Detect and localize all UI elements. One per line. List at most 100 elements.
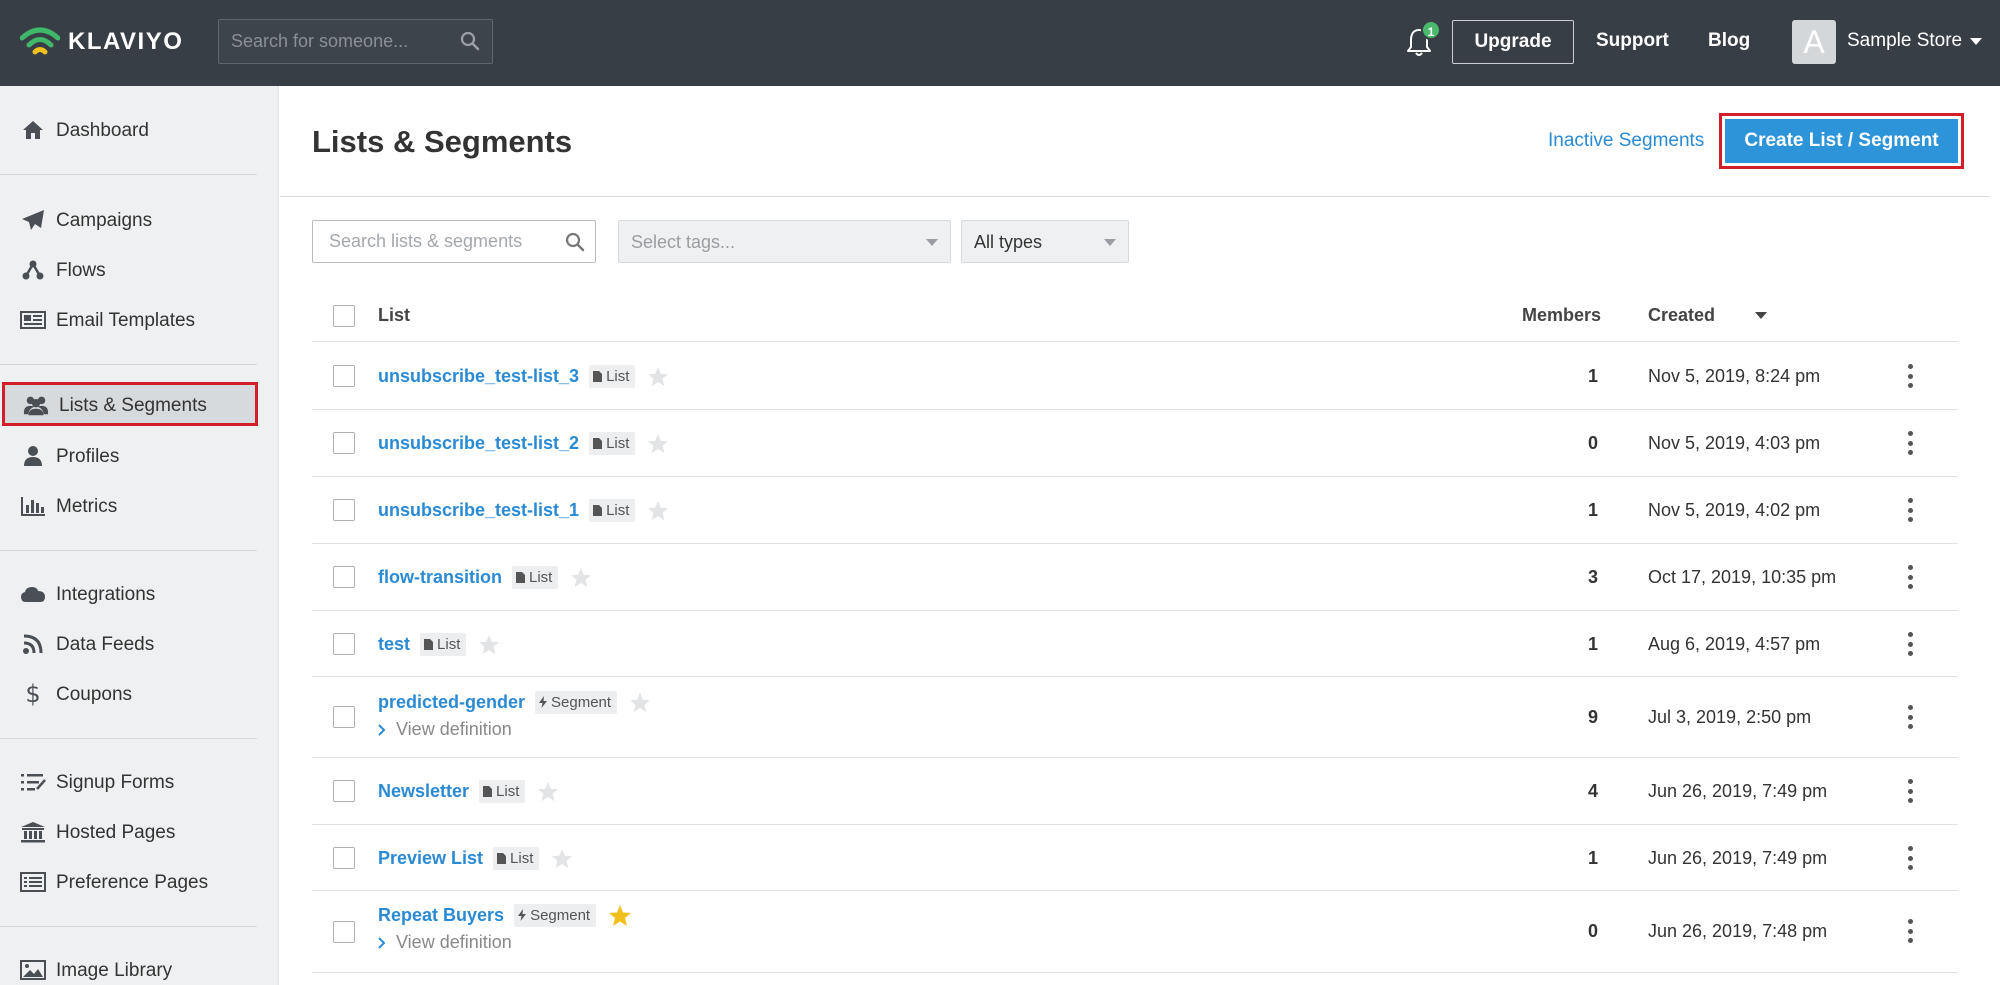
more-options-icon[interactable] bbox=[1906, 431, 1914, 455]
type-badge: Segment bbox=[514, 903, 597, 927]
list-name-link[interactable]: flow-transition bbox=[378, 567, 502, 588]
account-name[interactable]: Sample Store bbox=[1847, 30, 1962, 52]
list-name-link[interactable]: unsubscribe_test-list_2 bbox=[378, 433, 579, 454]
list-name-link[interactable]: Preview List bbox=[378, 848, 483, 869]
more-options-icon[interactable] bbox=[1906, 919, 1914, 943]
list-name-link[interactable]: Newsletter bbox=[378, 781, 469, 802]
list-name-link[interactable]: predicted-gender bbox=[378, 692, 525, 713]
members-count: 1 bbox=[1587, 500, 1598, 520]
sidebar-item-lists-segments[interactable]: Lists & Segments bbox=[2, 382, 258, 426]
more-options-icon[interactable] bbox=[1906, 632, 1914, 656]
global-search-input[interactable] bbox=[231, 20, 451, 63]
star-icon[interactable] bbox=[629, 692, 651, 713]
sort-desc-icon[interactable] bbox=[1755, 312, 1767, 319]
sidebar-item-metrics[interactable]: Metrics bbox=[0, 486, 279, 526]
more-options-icon[interactable] bbox=[1906, 498, 1914, 522]
upgrade-button[interactable]: Upgrade bbox=[1452, 20, 1574, 64]
sidebar-item-image-library[interactable]: Image Library bbox=[0, 950, 279, 985]
column-header-created[interactable]: Created bbox=[1648, 305, 1715, 326]
sidebar-item-integrations[interactable]: Integrations bbox=[0, 574, 279, 614]
rss-icon bbox=[20, 632, 46, 656]
more-options-icon[interactable] bbox=[1906, 565, 1914, 589]
column-header-members[interactable]: Members bbox=[1522, 305, 1601, 326]
star-icon[interactable] bbox=[647, 366, 669, 387]
row-name-line: unsubscribe_test-list_2 List bbox=[378, 430, 669, 456]
row-checkbox[interactable] bbox=[333, 499, 355, 521]
caret-down-icon[interactable] bbox=[1970, 38, 1982, 45]
more-options-icon[interactable] bbox=[1906, 779, 1914, 803]
list-search-input[interactable] bbox=[329, 221, 559, 262]
file-icon bbox=[593, 504, 603, 516]
star-icon[interactable] bbox=[570, 567, 592, 588]
star-filled-icon[interactable] bbox=[608, 904, 632, 927]
row-checkbox[interactable] bbox=[333, 846, 355, 869]
sidebar-item-label: Data Feeds bbox=[56, 634, 155, 655]
chevron-right-icon bbox=[378, 723, 386, 736]
select-all-checkbox[interactable] bbox=[333, 305, 355, 327]
row-checkbox[interactable] bbox=[333, 365, 355, 387]
blog-link[interactable]: Blog bbox=[1708, 30, 1750, 52]
users-icon bbox=[23, 393, 49, 417]
file-icon bbox=[593, 437, 603, 449]
star-icon[interactable] bbox=[647, 433, 669, 454]
inactive-segments-link[interactable]: Inactive Segments bbox=[1548, 130, 1704, 152]
star-icon[interactable] bbox=[478, 634, 500, 655]
row-checkbox[interactable] bbox=[333, 706, 355, 728]
file-icon bbox=[483, 785, 493, 797]
sidebar-item-campaigns[interactable]: Campaigns bbox=[0, 200, 279, 240]
created-date: Nov 5, 2019, 4:03 pm bbox=[1648, 433, 1821, 453]
avatar[interactable]: A bbox=[1792, 20, 1836, 64]
sidebar-item-label: Dashboard bbox=[56, 120, 149, 141]
view-definition-toggle[interactable]: View definition bbox=[378, 932, 512, 953]
list-name-link[interactable]: unsubscribe_test-list_1 bbox=[378, 500, 579, 521]
create-button-highlight: Create List / Segment bbox=[1719, 113, 1964, 169]
create-list-segment-button[interactable]: Create List / Segment bbox=[1725, 119, 1958, 163]
list-name-link[interactable]: Repeat Buyers bbox=[378, 905, 504, 926]
search-icon[interactable] bbox=[565, 232, 585, 252]
search-icon[interactable] bbox=[460, 31, 480, 51]
chevron-down-icon bbox=[1104, 239, 1116, 246]
sidebar-item-flows[interactable]: Flows bbox=[0, 250, 279, 290]
row-checkbox[interactable] bbox=[333, 432, 355, 454]
sidebar-item-profiles[interactable]: Profiles bbox=[0, 436, 279, 476]
more-options-icon[interactable] bbox=[1906, 364, 1914, 388]
flows-icon bbox=[20, 258, 46, 282]
row-checkbox[interactable] bbox=[333, 780, 355, 802]
sidebar-item-coupons[interactable]: $ Coupons bbox=[0, 674, 279, 714]
more-options-icon[interactable] bbox=[1906, 846, 1914, 870]
members-count: 3 bbox=[1587, 567, 1598, 587]
chevron-down-icon bbox=[926, 239, 938, 246]
sidebar-item-preference-pages[interactable]: Preference Pages bbox=[0, 862, 279, 902]
star-icon[interactable] bbox=[551, 848, 573, 869]
tags-select[interactable]: Select tags... bbox=[618, 220, 951, 263]
support-link[interactable]: Support bbox=[1596, 30, 1669, 52]
view-definition-toggle[interactable]: View definition bbox=[378, 719, 512, 740]
sidebar-item-data-feeds[interactable]: Data Feeds bbox=[0, 624, 279, 664]
row-checkbox[interactable] bbox=[333, 920, 355, 943]
sidebar-item-hosted-pages[interactable]: Hosted Pages bbox=[0, 812, 279, 852]
header-divider bbox=[280, 196, 1990, 197]
table-row: predicted-gender Segment View definition… bbox=[312, 677, 1958, 758]
cloud-icon bbox=[20, 582, 46, 606]
table-row: unsubscribe_test-list_1 List 1 Nov 5, 20… bbox=[312, 477, 1958, 544]
bolt-icon bbox=[518, 909, 527, 921]
more-options-icon[interactable] bbox=[1906, 705, 1914, 729]
table-row: Newsletter List 4 Jun 26, 2019, 7:49 pm bbox=[312, 758, 1958, 825]
star-icon[interactable] bbox=[537, 781, 559, 802]
sidebar-item-label: Image Library bbox=[56, 960, 173, 981]
star-icon[interactable] bbox=[647, 500, 669, 521]
sidebar-item-dashboard[interactable]: Dashboard bbox=[0, 110, 279, 150]
column-header-list[interactable]: List bbox=[378, 305, 410, 326]
type-filter-select[interactable]: All types bbox=[961, 220, 1129, 263]
sidebar-item-email-templates[interactable]: Email Templates bbox=[0, 300, 279, 340]
list-name-link[interactable]: test bbox=[378, 634, 410, 655]
type-badge: List bbox=[493, 846, 540, 870]
row-checkbox[interactable] bbox=[333, 566, 355, 588]
global-search-box[interactable] bbox=[218, 19, 493, 64]
list-search-box[interactable] bbox=[312, 220, 596, 263]
list-name-link[interactable]: unsubscribe_test-list_3 bbox=[378, 366, 579, 387]
row-checkbox[interactable] bbox=[333, 632, 355, 655]
klaviyo-logo[interactable]: KLAVIYO bbox=[20, 22, 183, 62]
sidebar-item-signup-forms[interactable]: Signup Forms bbox=[0, 762, 279, 802]
type-filter-value: All types bbox=[974, 232, 1043, 252]
